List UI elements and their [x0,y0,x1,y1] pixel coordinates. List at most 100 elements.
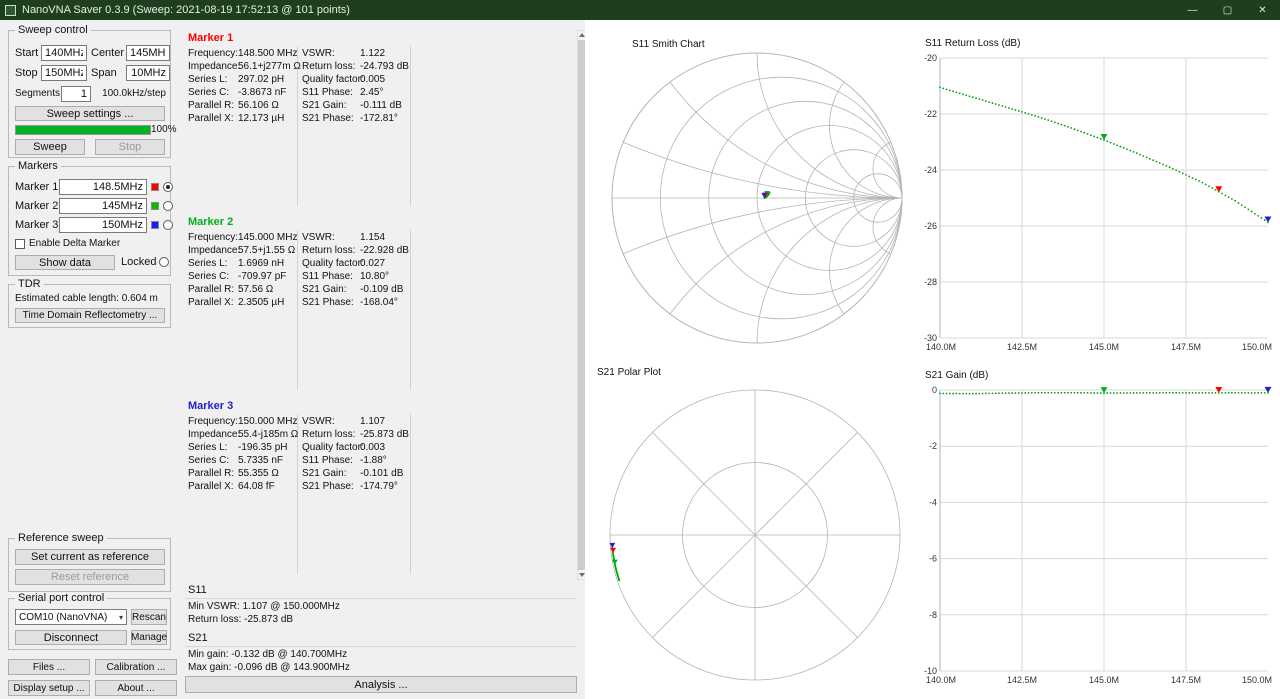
marker2-input[interactable] [59,198,147,214]
svg-text:150.0M: 150.0M [1242,675,1272,685]
marker1-color-swatch[interactable] [151,183,159,191]
svg-text:-28: -28 [924,277,937,287]
marker-data-label: S21 Gain: [302,467,360,480]
stop-input[interactable] [41,65,87,81]
marker-data-value: -196.35 pH [238,441,287,454]
locked-checkbox[interactable] [159,257,169,267]
svg-text:147.5M: 147.5M [1171,675,1201,685]
marker-data-row: Parallel R:57.56 Ω [188,283,273,296]
start-input[interactable] [41,45,87,61]
show-data-button[interactable]: Show data [15,255,115,270]
marker-data-label: Parallel R: [188,99,238,112]
marker1-data-block: Marker 1 Frequency:148.500 MHzImpedance:… [185,30,576,212]
marker-data-value: -1.88° [360,454,387,467]
reset-reference-button[interactable]: Reset reference [15,569,165,585]
marker-data-label: VSWR: [302,47,360,60]
marker-data-row: Parallel R:55.355 Ω [188,467,279,480]
svg-text:142.5M: 142.5M [1007,342,1037,352]
set-reference-button[interactable]: Set current as reference [15,549,165,565]
serial-port-title: Serial port control [15,592,107,605]
display-setup-button[interactable]: Display setup ... [8,680,90,696]
marker3-color-swatch[interactable] [151,221,159,229]
stop-button[interactable]: Stop [95,139,165,155]
svg-text:-6: -6 [929,554,937,564]
segments-input[interactable] [61,86,91,102]
s11-smith-chart[interactable]: S11 Smith Chart [585,25,920,362]
marker2-radio[interactable] [163,201,173,211]
s21-gain-chart[interactable]: 0-2-4-6-8-10140.0M142.5M145.0M147.5M150.… [920,368,1280,694]
marker-data-label: S11 Phase: [302,270,360,283]
s21-min-gain: Min gain: -0.132 dB @ 140.700MHz [188,649,347,660]
marker3-radio[interactable] [163,220,173,230]
marker-data-row: S11 Phase:2.45° [302,86,383,99]
marker3-input[interactable] [59,217,147,233]
scrollbar-thumb[interactable] [578,40,585,570]
marker2-color-swatch[interactable] [151,202,159,210]
about-button[interactable]: About ... [95,680,177,696]
marker-data-value: 1.122 [360,47,385,60]
s21-polar-chart[interactable]: S21 Polar Plot [585,362,920,699]
return-loss-chart-canvas[interactable]: -20-22-24-26-28-30140.0M142.5M145.0M147.… [920,36,1280,361]
disconnect-button[interactable]: Disconnect [15,630,127,645]
marker-data-row: Parallel X:2.3505 µH [188,296,284,309]
marker-data-value: 297.02 pH [238,73,284,86]
markers-group: Markers Marker 1 Marker 2 Marker 3 Enabl… [8,166,171,276]
marker-data-row: Parallel X:64.08 fF [188,480,275,493]
polar-chart-title: S21 Polar Plot [597,367,661,378]
reference-sweep-title: Reference sweep [15,532,107,545]
marker-data-row: Series L:-196.35 pH [188,441,287,454]
files-button[interactable]: Files ... [8,659,90,675]
marker-data-label: Impedance: [188,428,238,441]
marker1-input[interactable] [59,179,147,195]
svg-text:140.0M: 140.0M [926,342,956,352]
manage-button[interactable]: Manage [131,630,167,645]
sweep-settings-button[interactable]: Sweep settings ... [15,106,165,121]
marker-data-value: 150.000 MHz [238,415,297,428]
marker-data-value: -709.97 pF [238,270,286,283]
marker1-radio[interactable] [163,182,173,192]
step-size-label: 100.0kHz/step [95,86,166,102]
center-input[interactable] [126,45,170,61]
marker2-control-row: Marker 2 [9,198,170,214]
rescan-button[interactable]: Rescan [131,609,167,625]
marker-data-value: 0.003 [360,441,385,454]
close-icon[interactable]: ✕ [1245,0,1280,20]
sweep-button[interactable]: Sweep [15,139,85,155]
gain-chart-canvas[interactable]: 0-2-4-6-8-10140.0M142.5M145.0M147.5M150.… [920,368,1280,694]
polar-chart-canvas[interactable] [585,362,920,699]
calibration-button[interactable]: Calibration ... [95,659,177,675]
svg-text:140.0M: 140.0M [926,675,956,685]
marker-data-value: -3.8673 nF [238,86,286,99]
marker2-label: Marker 2 [15,198,58,214]
marker-data-value: 148.500 MHz [238,47,297,60]
segments-label: Segments [15,86,60,102]
marker-data-row: Return loss:-22.928 dB [302,244,409,257]
serial-port-select[interactable]: COM10 (NanoVNA) ▾ [15,609,127,625]
s11-return-loss: Return loss: -25.873 dB [188,614,293,625]
marker3-label: Marker 3 [15,217,58,233]
marker-data-value: 57.56 Ω [238,283,273,296]
marker-data-value: -172.81° [360,112,398,125]
marker-data-row: S21 Gain:-0.101 dB [302,467,403,480]
marker-data-value: 64.08 fF [238,480,275,493]
divider [410,46,411,206]
scroll-up-icon[interactable] [578,31,585,40]
tdr-button[interactable]: Time Domain Reflectometry ... [15,308,165,323]
s11-return-loss-chart[interactable]: -20-22-24-26-28-30140.0M142.5M145.0M147.… [920,36,1280,361]
marker-data-value: -0.101 dB [360,467,403,480]
marker-data-label: Quality factor: [302,73,360,86]
minimize-icon[interactable]: — [1175,0,1210,20]
marker-data-row: Impedance:55.4-j185m Ω [188,428,298,441]
analysis-button[interactable]: Analysis ... [185,676,577,693]
marker3-data-block: Marker 3 Frequency:150.000 MHzImpedance:… [185,398,576,580]
marker-data-label: Frequency: [188,47,238,60]
maximize-icon[interactable]: ▢ [1210,0,1245,20]
enable-delta-checkbox[interactable] [15,239,25,249]
marker-data-value: 1.154 [360,231,385,244]
marker-data-row: S21 Phase:-172.81° [302,112,398,125]
marker-data-row: S21 Gain:-0.111 dB [302,99,402,112]
scroll-down-icon[interactable] [578,570,585,579]
span-input[interactable] [126,65,170,81]
svg-text:-22: -22 [924,109,937,119]
smith-chart-canvas[interactable] [585,25,920,362]
